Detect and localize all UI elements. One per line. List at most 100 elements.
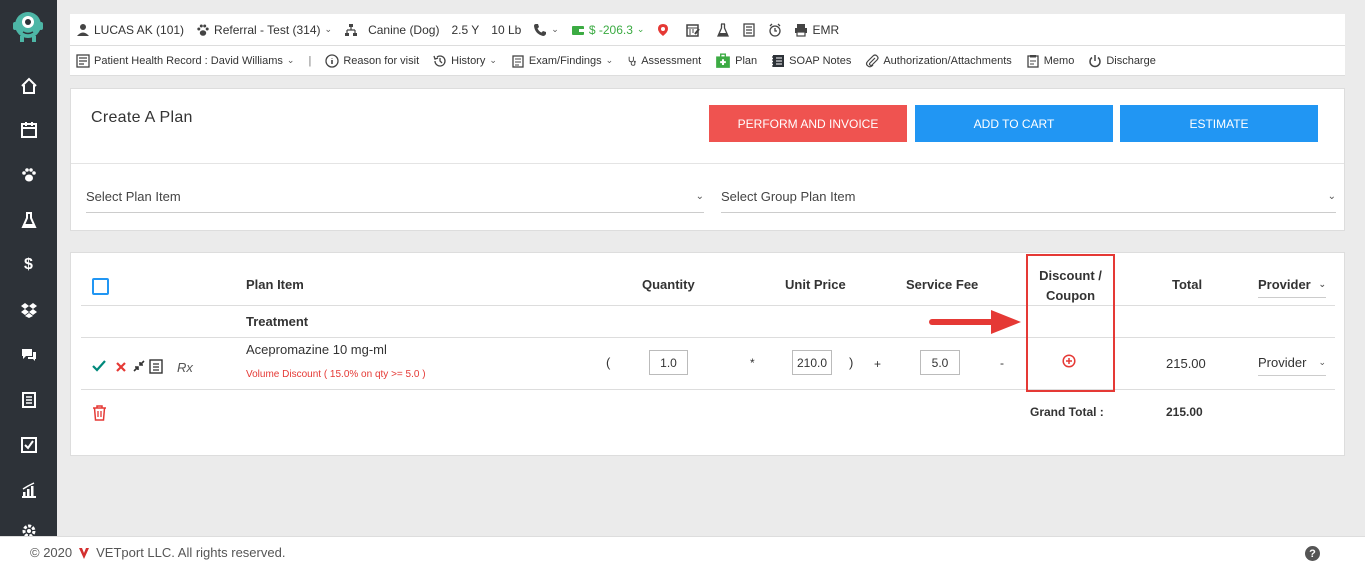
phr-dropdown[interactable]: Patient Health Record : David Williams ⌄ xyxy=(76,53,295,68)
sidebar-billing[interactable]: $ xyxy=(0,253,57,277)
authorization-label: Authorization/Attachments xyxy=(883,54,1012,67)
trash-icon[interactable] xyxy=(92,405,107,421)
exam-label: Exam/Findings xyxy=(528,54,602,67)
nav-assessment[interactable]: Assessment xyxy=(627,54,701,68)
paperclip-icon xyxy=(866,53,879,67)
calendar-edit-button[interactable] xyxy=(682,23,704,37)
create-plan-panel: Create A Plan PERFORM AND INVOICE ADD TO… xyxy=(70,88,1345,231)
select-plan-item-dropdown[interactable]: Select Plan Item ⌄ xyxy=(86,181,704,213)
column-header-service-fee: Service Fee xyxy=(906,277,979,292)
chevron-down-icon: ⌄ xyxy=(551,24,559,34)
sidebar-inventory[interactable] xyxy=(0,298,57,322)
calendar-icon xyxy=(20,122,37,138)
nav-authorization[interactable]: Authorization/Attachments xyxy=(865,53,1012,68)
minus-sign: - xyxy=(1000,356,1004,370)
location-button[interactable] xyxy=(656,23,670,37)
balance-value: $ -206.3 xyxy=(588,22,633,37)
grand-total-label: Grand Total : xyxy=(1030,405,1104,419)
annotation-arrow-icon xyxy=(929,310,1021,334)
close-paren: ) xyxy=(849,355,854,370)
reminder-button[interactable] xyxy=(768,23,782,37)
patient-header: LUCAS AK (101) Referral - Test (314) ⌄ C… xyxy=(70,14,1345,46)
gear-icon xyxy=(22,524,35,536)
dropbox-icon xyxy=(20,303,37,318)
notes-icon[interactable] xyxy=(149,359,163,374)
perform-and-invoice-button[interactable]: PERFORM AND INVOICE xyxy=(709,105,907,142)
vetport-logo-icon[interactable] xyxy=(11,8,45,44)
chevron-down-icon: ⌄ xyxy=(286,55,295,65)
nav-discharge[interactable]: Discharge xyxy=(1088,54,1156,68)
column-header-unit-price: Unit Price xyxy=(785,277,846,292)
unit-price-input[interactable] xyxy=(792,350,832,375)
collapse-arrows-icon[interactable] xyxy=(133,360,145,372)
delete-x-icon[interactable] xyxy=(116,362,126,372)
map-pin-icon xyxy=(658,23,669,36)
provider-header-dropdown[interactable]: Provider ⌄ xyxy=(1258,272,1326,298)
wallet-icon xyxy=(571,25,584,35)
service-fee-input[interactable] xyxy=(920,350,960,375)
sidebar-settings[interactable] xyxy=(0,522,57,536)
divider xyxy=(81,305,1335,306)
nav-memo[interactable]: Memo xyxy=(1026,54,1074,68)
balance-dropdown[interactable]: $ -206.3 ⌄ xyxy=(571,22,645,37)
add-to-cart-button[interactable]: ADD TO CART xyxy=(915,105,1113,142)
nav-plan[interactable]: Plan xyxy=(715,52,758,69)
chevron-down-icon: ⌄ xyxy=(636,24,645,34)
chevron-down-icon: ⌄ xyxy=(324,24,333,34)
select-group-plan-item-label: Select Group Plan Item xyxy=(721,189,856,204)
sidebar-patients[interactable] xyxy=(0,163,57,187)
sidebar-analytics[interactable] xyxy=(0,478,57,502)
nav-soap-notes[interactable]: SOAP Notes xyxy=(771,54,851,68)
notes-button[interactable] xyxy=(742,22,756,37)
memo-icon xyxy=(1027,54,1039,68)
copyright-company: VETport LLC. All rights reserved. xyxy=(96,545,286,560)
dollar-icon: $ xyxy=(24,256,33,273)
chevron-down-icon: ⌄ xyxy=(1318,357,1326,367)
sidebar-calendar[interactable] xyxy=(0,118,57,142)
nav-reason-for-visit[interactable]: Reason for visit xyxy=(325,53,420,68)
discharge-label: Discharge xyxy=(1106,54,1156,67)
page-title: Create A Plan xyxy=(91,109,193,126)
phone-dropdown[interactable]: ⌄ xyxy=(533,23,559,37)
nav-history[interactable]: History ⌄ xyxy=(433,54,497,68)
plan-label: Plan xyxy=(735,54,758,67)
patient-info[interactable]: LUCAS AK (101) xyxy=(76,23,184,37)
emr-button[interactable]: EMR xyxy=(794,23,839,37)
sidebar-reports[interactable] xyxy=(0,388,57,412)
rx-label[interactable]: Rx xyxy=(177,360,193,375)
home-icon xyxy=(20,77,37,94)
sidebar-home[interactable] xyxy=(0,74,57,98)
list-icon xyxy=(743,22,756,37)
select-group-plan-item-dropdown[interactable]: Select Group Plan Item ⌄ xyxy=(721,181,1336,213)
select-plan-item-label: Select Plan Item xyxy=(86,189,181,204)
age-label: 2.5 Y xyxy=(451,22,480,37)
history-label: History xyxy=(451,54,486,67)
volume-discount-note: Volume Discount ( 15.0% on qty >= 5.0 ) xyxy=(246,369,426,380)
column-header-plan-item: Plan Item xyxy=(246,277,304,292)
clipboard-icon xyxy=(512,54,524,68)
lab-button[interactable] xyxy=(716,22,730,37)
plan-table-panel: Plan Item Quantity Unit Price Service Fe… xyxy=(70,252,1345,456)
quantity-input[interactable] xyxy=(649,350,688,375)
sidebar-lab[interactable] xyxy=(0,208,57,232)
select-all-checkbox[interactable] xyxy=(92,278,109,295)
referral-dropdown[interactable]: Referral - Test (314) ⌄ xyxy=(196,23,332,37)
emr-label: EMR xyxy=(812,22,840,37)
chevron-down-icon: ⌄ xyxy=(489,55,497,65)
paw-icon xyxy=(197,24,209,36)
help-icon[interactable]: ? xyxy=(1305,546,1320,561)
sidebar-messages[interactable] xyxy=(0,343,57,367)
copyright-year: © 2020 xyxy=(30,545,73,560)
row-provider-dropdown[interactable]: Provider ⌄ xyxy=(1258,350,1326,376)
approve-check-icon[interactable] xyxy=(92,360,106,372)
estimate-button[interactable]: ESTIMATE xyxy=(1120,105,1318,142)
reason-label: Reason for visit xyxy=(343,54,420,67)
chevron-down-icon: ⌄ xyxy=(695,191,704,202)
footer: © 2020 VETport LLC. All rights reserved. xyxy=(0,536,1365,568)
sidebar-tasks[interactable] xyxy=(0,433,57,457)
plan-item-name: Acepromazine 10 mg-ml xyxy=(246,342,387,357)
referral-label: Referral - Test (314) xyxy=(214,22,321,37)
nav-exam-findings[interactable]: Exam/Findings ⌄ xyxy=(511,54,613,68)
assessment-label: Assessment xyxy=(641,54,702,67)
info-circle-icon xyxy=(325,53,339,68)
